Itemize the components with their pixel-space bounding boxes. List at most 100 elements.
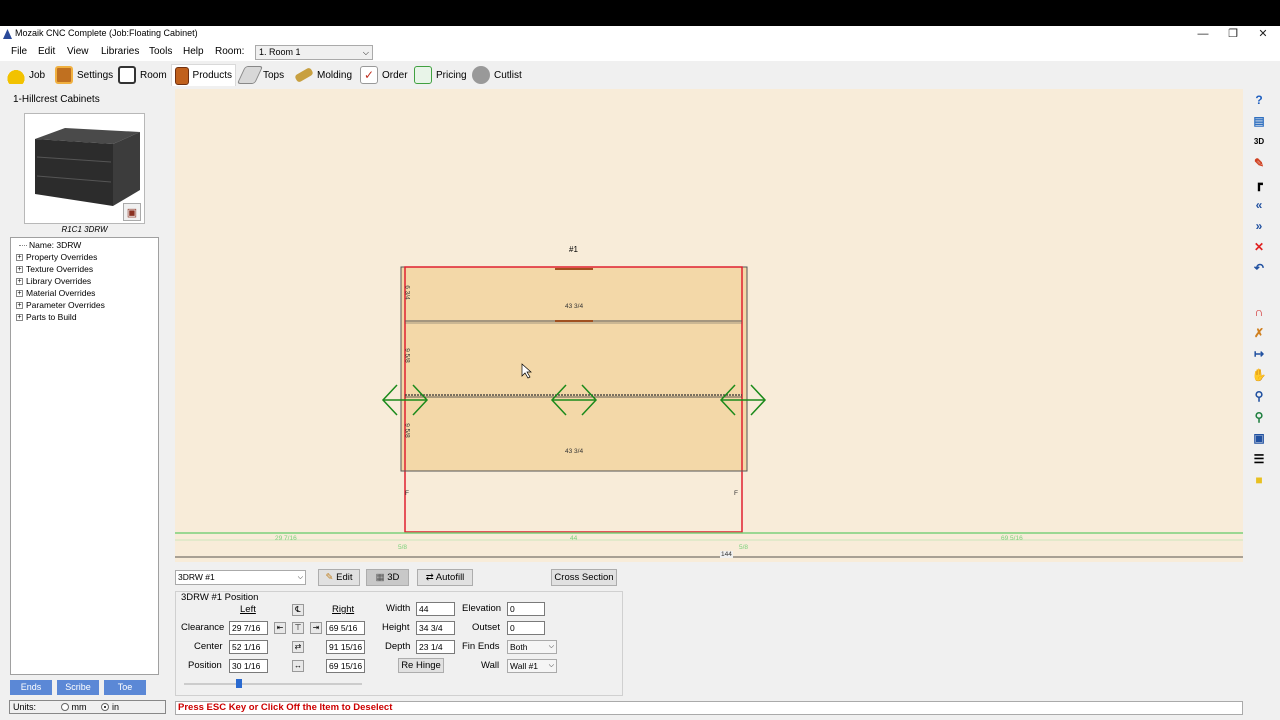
menu-view[interactable]: View: [67, 45, 89, 59]
cross-section-button[interactable]: Cross Section: [551, 569, 617, 586]
toolbar-molding-button[interactable]: Molding: [292, 64, 355, 86]
close-button[interactable]: ✕: [1248, 26, 1278, 44]
right-center-input[interactable]: 91 15/16: [326, 640, 365, 654]
left-position-input[interactable]: 30 1/16: [229, 659, 268, 673]
toolbar-room-button[interactable]: Room: [115, 64, 170, 86]
wall-icon[interactable]: ┏: [1250, 175, 1268, 192]
radio-mm[interactable]: [60, 702, 69, 711]
width-input[interactable]: 44: [416, 602, 455, 616]
help-icon[interactable]: ?: [1250, 91, 1268, 108]
restore-button[interactable]: ❐: [1218, 26, 1248, 44]
tree-item-texture-overrides[interactable]: + Texture Overrides: [16, 264, 93, 274]
expand-icon[interactable]: +: [16, 301, 23, 309]
expand-icon[interactable]: +: [16, 313, 23, 321]
menu-file[interactable]: File: [11, 45, 27, 59]
chevron-down-icon: ⌵: [548, 662, 554, 669]
hand-icon[interactable]: ✋: [1250, 366, 1268, 383]
molding-icon: [294, 67, 314, 83]
toolbar-pricing-button[interactable]: Pricing: [411, 64, 470, 86]
right-clearance-input[interactable]: 69 5/16: [326, 621, 365, 635]
room-select[interactable]: 1. Room 1 ⌵: [255, 45, 373, 60]
drawer-height-2: 9 5/8: [403, 348, 411, 363]
fin-ends-select[interactable]: Both ⌵: [507, 640, 557, 654]
view-3d-button[interactable]: ▦ 3D: [366, 569, 409, 586]
menu-tools[interactable]: Tools: [149, 45, 172, 59]
cabinet-elevation-drawing[interactable]: [175, 89, 1243, 562]
product-select-value: 3DRW #1: [178, 572, 215, 582]
undo-icon[interactable]: ↶: [1250, 259, 1268, 276]
product-tree: Name: 3DRW + Property Overrides + Texture …: [10, 237, 159, 675]
minimize-button[interactable]: —: [1188, 26, 1218, 44]
delete-icon[interactable]: ✕: [1250, 238, 1268, 255]
toe-button[interactable]: Toe: [104, 680, 146, 695]
depth-input[interactable]: 23 1/4: [416, 640, 455, 654]
3d-view-icon[interactable]: 3D: [1250, 133, 1268, 150]
expand-icon[interactable]: +: [16, 265, 23, 273]
toolbar-products-button[interactable]: Products: [171, 64, 236, 86]
cutlist-icon: [472, 66, 490, 84]
rewind-icon[interactable]: «: [1250, 196, 1268, 213]
expand-icon[interactable]: +: [16, 289, 23, 297]
elevation-input[interactable]: 0: [507, 602, 545, 616]
height-input[interactable]: 34 3/4: [416, 621, 455, 635]
align-top-icon[interactable]: ⊤: [292, 622, 304, 634]
expand-icon[interactable]: +: [16, 253, 23, 261]
tree-item-label: Library Overrides: [26, 276, 92, 286]
slider-thumb[interactable]: [235, 679, 242, 688]
left-center-input[interactable]: 52 1/16: [229, 640, 268, 654]
toolbar-cutlist-button[interactable]: Cutlist: [469, 64, 525, 86]
left-clearance-input[interactable]: 29 7/16: [229, 621, 268, 635]
position-group: 3DRW #1 Position Left ℄ Right Clearance …: [175, 591, 623, 696]
elevation-canvas[interactable]: #1 43 3/4 43 3/4 6 3/4 9 5/8 9 5/8 F F 2…: [175, 89, 1243, 562]
swap-icon[interactable]: ⇄: [292, 641, 304, 653]
wall-select[interactable]: Wall #1 ⌵: [507, 659, 557, 673]
product-thumbnail: ▣: [24, 113, 145, 224]
zoom-extents-icon[interactable]: ▣: [1250, 429, 1268, 446]
tree-item-material-overrides[interactable]: + Material Overrides: [16, 288, 95, 298]
autofill-button[interactable]: ⇄ Autofill: [417, 569, 473, 586]
stretch-icon[interactable]: ↔: [292, 660, 304, 672]
pencil-icon[interactable]: ✎: [1250, 154, 1268, 171]
tree-item-property-overrides[interactable]: + Property Overrides: [16, 252, 97, 262]
tree-item-parts-to-build[interactable]: + Parts to Build: [16, 312, 77, 322]
cube-icon[interactable]: ▣: [123, 203, 141, 221]
save-icon[interactable]: ▤: [1250, 112, 1268, 129]
product-label: #1: [569, 245, 578, 254]
units-in-option[interactable]: in: [101, 702, 119, 712]
tools-icon[interactable]: ✗: [1250, 324, 1268, 341]
outset-input[interactable]: 0: [507, 621, 545, 635]
center-line-icon[interactable]: ℄: [292, 604, 304, 616]
align-left-icon[interactable]: ⇤: [274, 622, 286, 634]
note-icon[interactable]: ■: [1250, 471, 1268, 488]
scribe-button[interactable]: Scribe: [57, 680, 99, 695]
tree-item-parameter-overrides[interactable]: + Parameter Overrides: [16, 300, 105, 310]
zoom-icon[interactable]: ⚲: [1250, 387, 1268, 404]
toolbar-order-button[interactable]: ✓ Order: [357, 64, 411, 86]
right-position-input[interactable]: 69 15/16: [326, 659, 365, 673]
menu-libraries[interactable]: Libraries: [101, 45, 139, 59]
layers-icon[interactable]: ☰: [1250, 450, 1268, 467]
order-icon: ✓: [360, 66, 378, 84]
rehinge-button[interactable]: Re Hinge: [398, 658, 444, 673]
tree-item-label: Parameter Overrides: [26, 300, 105, 310]
units-mm-option[interactable]: mm: [60, 702, 87, 712]
menu-edit[interactable]: Edit: [38, 45, 55, 59]
expand-icon[interactable]: +: [16, 277, 23, 285]
tree-item-name[interactable]: Name: 3DRW: [19, 240, 81, 250]
autofill-icon: ⇄: [425, 572, 434, 583]
ends-button[interactable]: Ends: [10, 680, 52, 695]
align-right-icon[interactable]: ⇥: [310, 622, 322, 634]
product-select[interactable]: 3DRW #1 ⌵: [175, 570, 306, 585]
tree-item-library-overrides[interactable]: + Library Overrides: [16, 276, 91, 286]
position-slider[interactable]: [184, 679, 362, 688]
magnet-icon[interactable]: ∩: [1250, 303, 1268, 320]
toolbar-tops-button[interactable]: Tops: [236, 64, 287, 86]
radio-in[interactable]: [101, 702, 110, 711]
edit-button[interactable]: ✎ Edit: [318, 569, 360, 586]
fast-forward-icon[interactable]: »: [1250, 217, 1268, 234]
menu-help[interactable]: Help: [183, 45, 204, 59]
toolbar-job-button[interactable]: Job: [4, 64, 48, 86]
toolbar-settings-button[interactable]: Settings: [52, 64, 116, 86]
dimension-icon[interactable]: ↦: [1250, 345, 1268, 362]
zoom-fit-icon[interactable]: ⚲: [1250, 408, 1268, 425]
